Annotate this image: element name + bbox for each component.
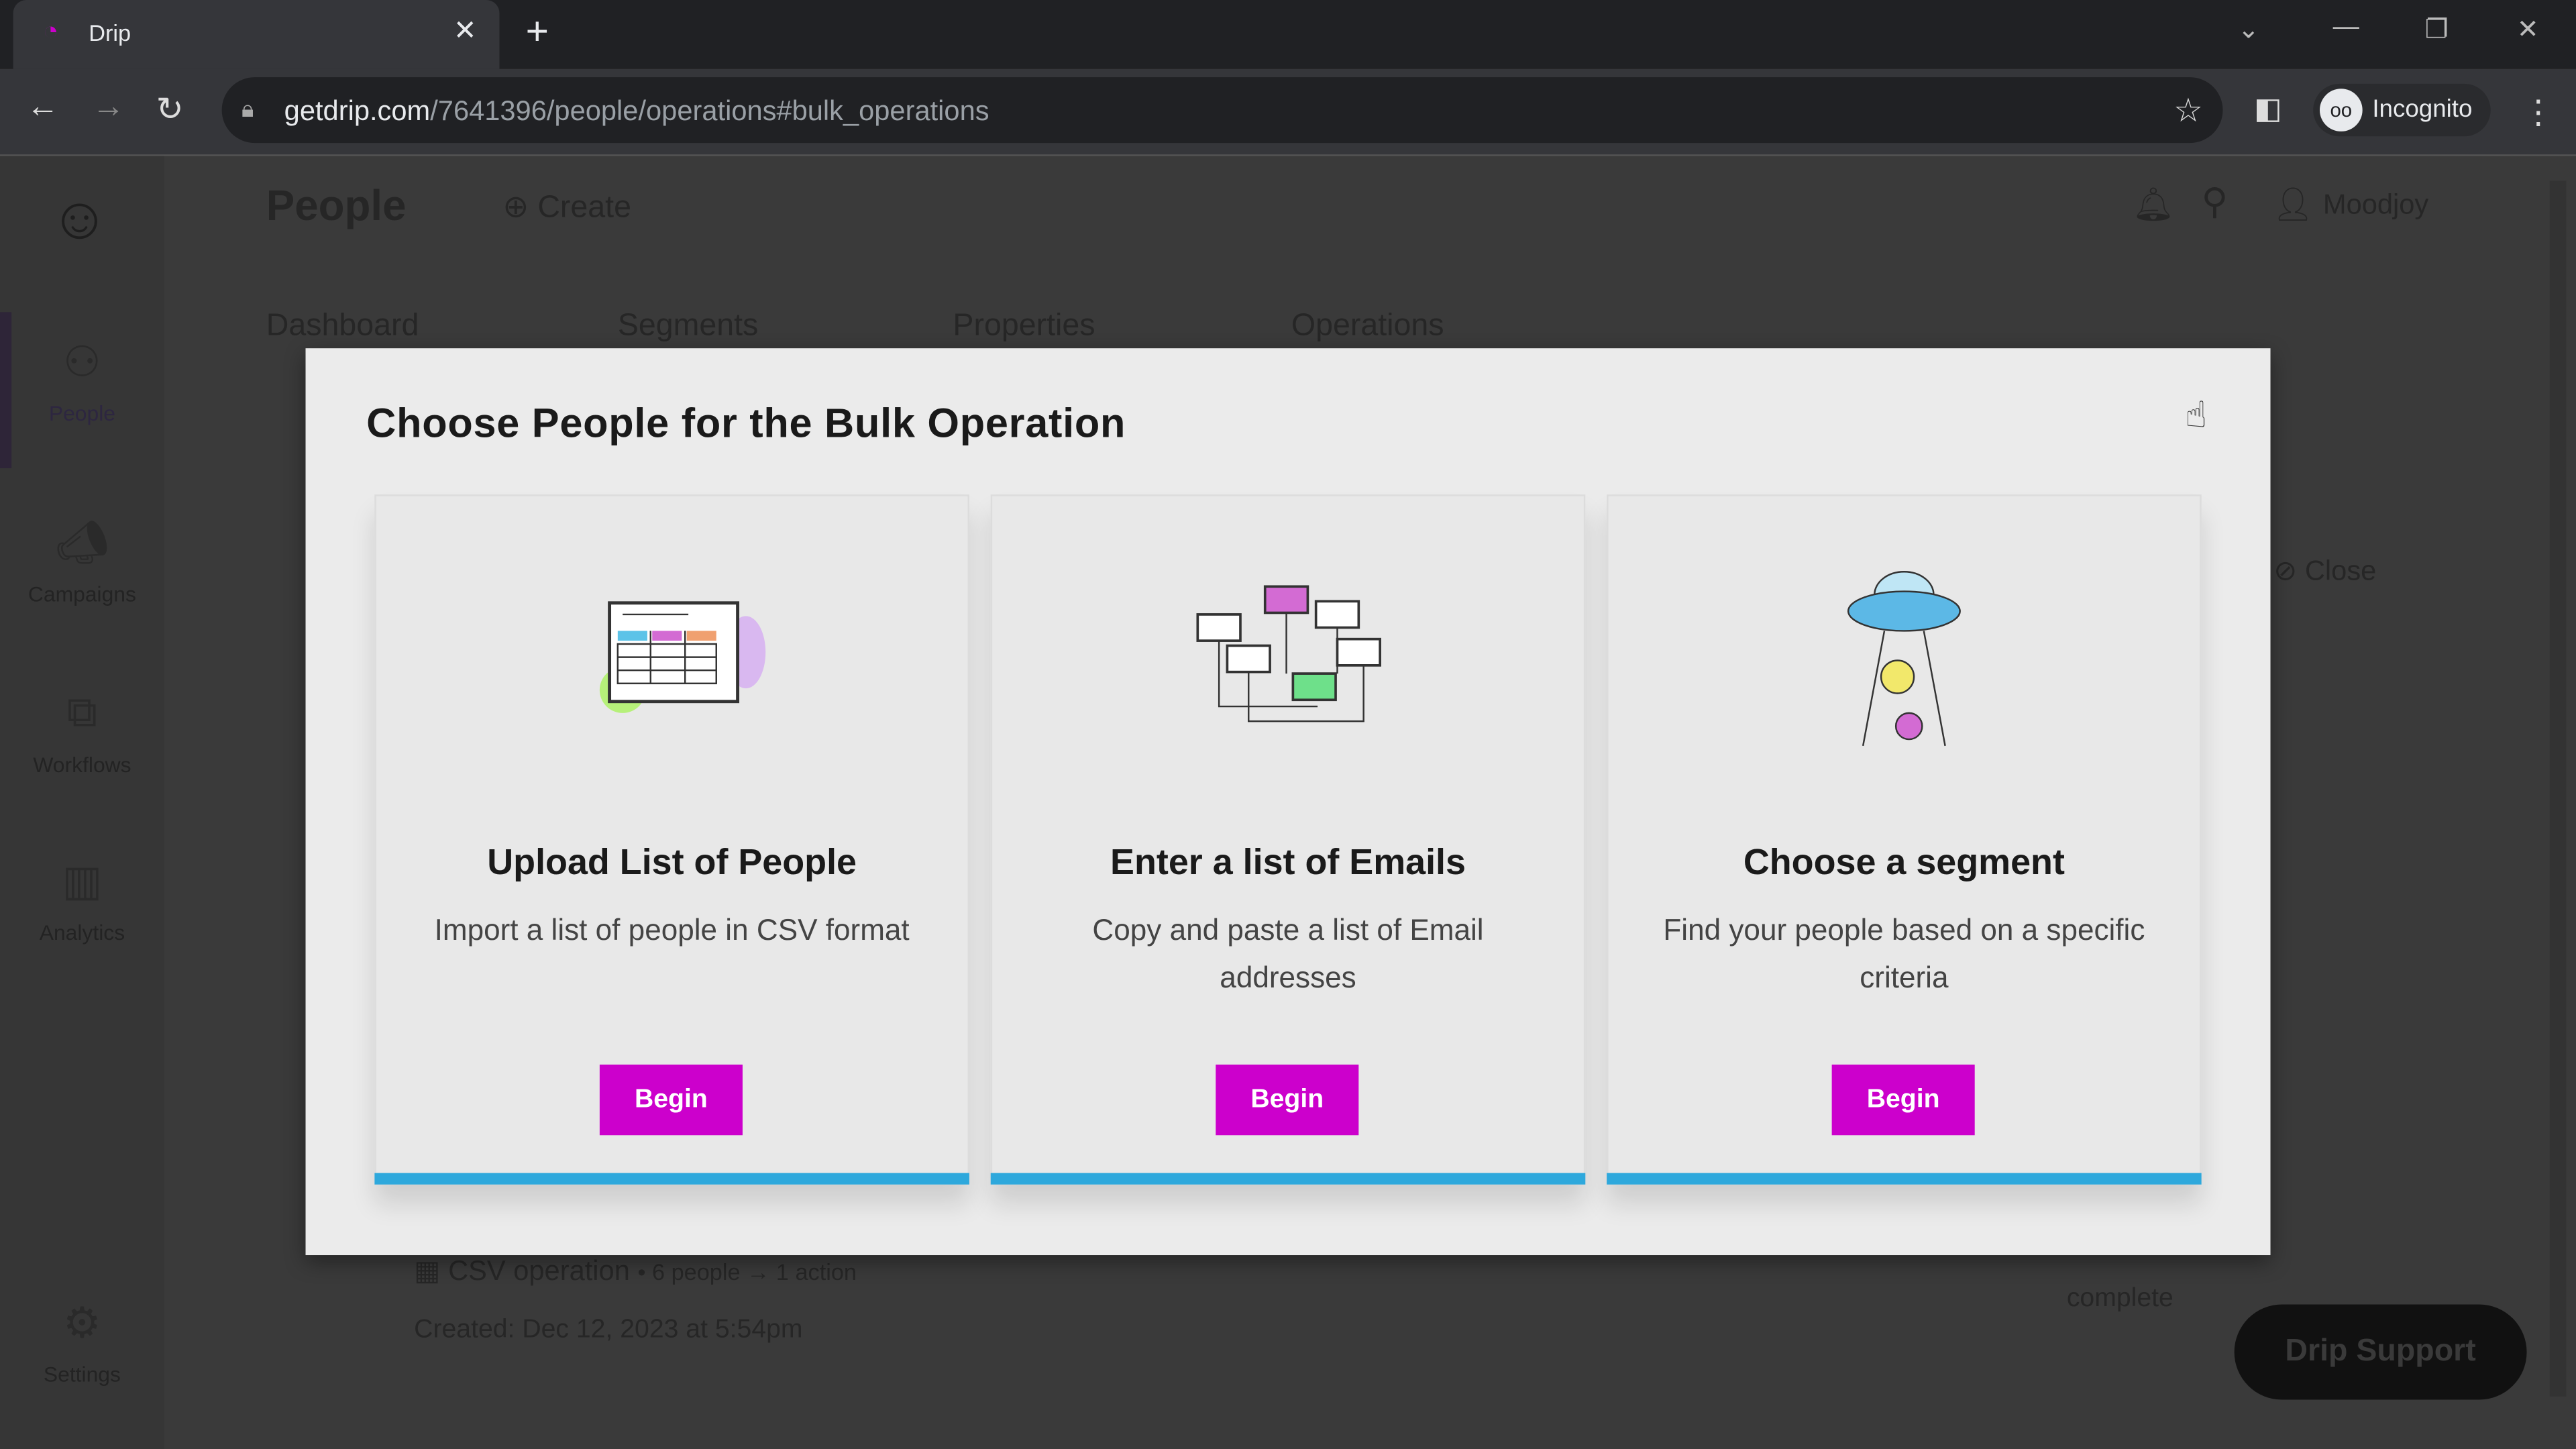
close-panel-button[interactable]: ⊘ Close [2273, 555, 2376, 588]
url-text: getdrip.com/7641396/people/operations#bu… [284, 95, 989, 127]
gear-icon: ⚙ [62, 1297, 101, 1348]
megaphone-icon: 📣︎ [55, 517, 109, 567]
tab-properties[interactable]: Properties [953, 309, 1095, 345]
create-button[interactable]: ⊕ Create [502, 189, 631, 227]
tab-title: Drip [89, 19, 131, 46]
back-icon[interactable]: ← [26, 89, 59, 126]
close-label: Close [2304, 555, 2377, 587]
ufo-illustration-icon [1847, 571, 1961, 747]
card-enter-emails[interactable]: Enter a list of Emails Copy and paste a … [990, 494, 1586, 1185]
page-title: People [266, 180, 407, 230]
restore-icon[interactable]: ❐ [2425, 13, 2449, 46]
card-upload-list[interactable]: Upload List of People Import a list of p… [374, 494, 969, 1185]
bell-icon[interactable]: 🔔︎ [2133, 184, 2174, 225]
tab-dashboard[interactable]: Dashboard [266, 309, 419, 345]
side-panel-icon[interactable]: ◧ [2254, 92, 2282, 126]
scrollbar[interactable] [2549, 180, 2567, 1397]
incognito-badge[interactable]: oo Incognito [2313, 83, 2491, 137]
sidebar-item-analytics[interactable]: ▥ Analytics [0, 856, 164, 945]
close-window-icon[interactable]: ✕ [2517, 13, 2539, 46]
card-description: Find your people based on a specific cri… [1663, 913, 2145, 994]
sidebar-label: Analytics [39, 920, 125, 945]
create-label: Create [537, 191, 631, 225]
support-label: Drip Support [2285, 1334, 2476, 1369]
operation-name: CSV operation [448, 1255, 630, 1287]
sidebar-label: Campaigns [28, 581, 136, 606]
card-description: Copy and paste a list of Email addresses [1092, 913, 1484, 994]
lock-icon: 🔒︎ [241, 95, 254, 122]
status-badge: complete [2066, 1285, 2174, 1313]
emails-illustration-icon [1196, 585, 1381, 722]
browser-tab[interactable]: ◔ Drip ✕ [13, 0, 500, 69]
forward-icon[interactable]: → [92, 89, 125, 126]
sidebar-label: Settings [43, 1362, 121, 1387]
card-accent-bar [990, 1173, 1586, 1185]
card-description: Import a list of people in CSV format [434, 913, 910, 947]
browser-menu-icon[interactable]: ⋮ [2522, 92, 2555, 133]
operation-title[interactable]: ▦ CSV operation • 6 people → 1 action [414, 1255, 857, 1288]
drip-favicon-icon: ◔ [42, 17, 59, 46]
reload-icon[interactable]: ↻ [156, 89, 184, 129]
operation-meta: • 6 people → 1 action [637, 1258, 857, 1285]
tab-segments[interactable]: Segments [618, 309, 759, 345]
drip-logo-icon[interactable]: ☺ [49, 184, 109, 253]
begin-upload-button[interactable]: Begin [599, 1064, 743, 1136]
sidebar-item-settings[interactable]: ⚙ Settings [0, 1298, 164, 1387]
card-title: Choose a segment [1743, 841, 2065, 883]
card-accent-bar [374, 1173, 969, 1185]
tab-search-icon[interactable]: ⌄ [2238, 13, 2260, 46]
card-title: Upload List of People [487, 841, 857, 883]
sidebar-item-workflows[interactable]: ⧉ Workflows [0, 687, 164, 777]
tab-operations[interactable]: Operations [1291, 309, 1444, 345]
bulk-operation-modal: Choose People for the Bulk Operation ☝︎ … [305, 348, 2271, 1256]
people-icon: ⚇ [62, 337, 101, 386]
minimize-icon[interactable]: — [2333, 13, 2359, 43]
chart-icon: ▥ [62, 855, 103, 906]
address-bar[interactable]: 🔒︎ getdrip.com/7641396/people/operations… [221, 77, 2223, 144]
sidebar-label: People [48, 400, 116, 426]
search-icon[interactable]: ⚲ [2202, 180, 2228, 223]
close-tab-icon[interactable]: ✕ [453, 15, 477, 48]
card-accent-bar [1607, 1173, 2202, 1185]
new-tab-icon[interactable]: + [526, 10, 549, 56]
user-name[interactable]: Moodjoy [2323, 189, 2428, 222]
begin-segment-button[interactable]: Begin [1831, 1064, 1975, 1136]
bookmark-star-icon[interactable]: ☆ [2174, 91, 2203, 131]
sidebar-label: Workflows [33, 752, 131, 777]
card-title: Enter a list of Emails [1110, 841, 1466, 883]
spreadsheet-illustration-icon [599, 601, 766, 713]
workflow-icon: ⧉ [66, 686, 98, 737]
profile-label: Incognito [2372, 95, 2473, 123]
card-choose-segment[interactable]: Choose a segment Find your people based … [1607, 494, 2202, 1185]
drip-support-button[interactable]: Drip Support [2234, 1304, 2527, 1400]
begin-emails-button[interactable]: Begin [1216, 1064, 1359, 1136]
user-icon[interactable]: 👤︎ [2272, 184, 2314, 225]
close-modal-icon[interactable]: ☝︎ [2185, 394, 2207, 437]
sidebar-item-campaigns[interactable]: 📣︎ Campaigns [0, 517, 164, 606]
sidebar-item-people[interactable]: ⚇ People [0, 337, 164, 425]
modal-title: Choose People for the Bulk Operation [366, 400, 1126, 447]
operation-created: Created: Dec 12, 2023 at 5:54pm [414, 1316, 803, 1344]
incognito-icon: oo [2319, 89, 2363, 131]
